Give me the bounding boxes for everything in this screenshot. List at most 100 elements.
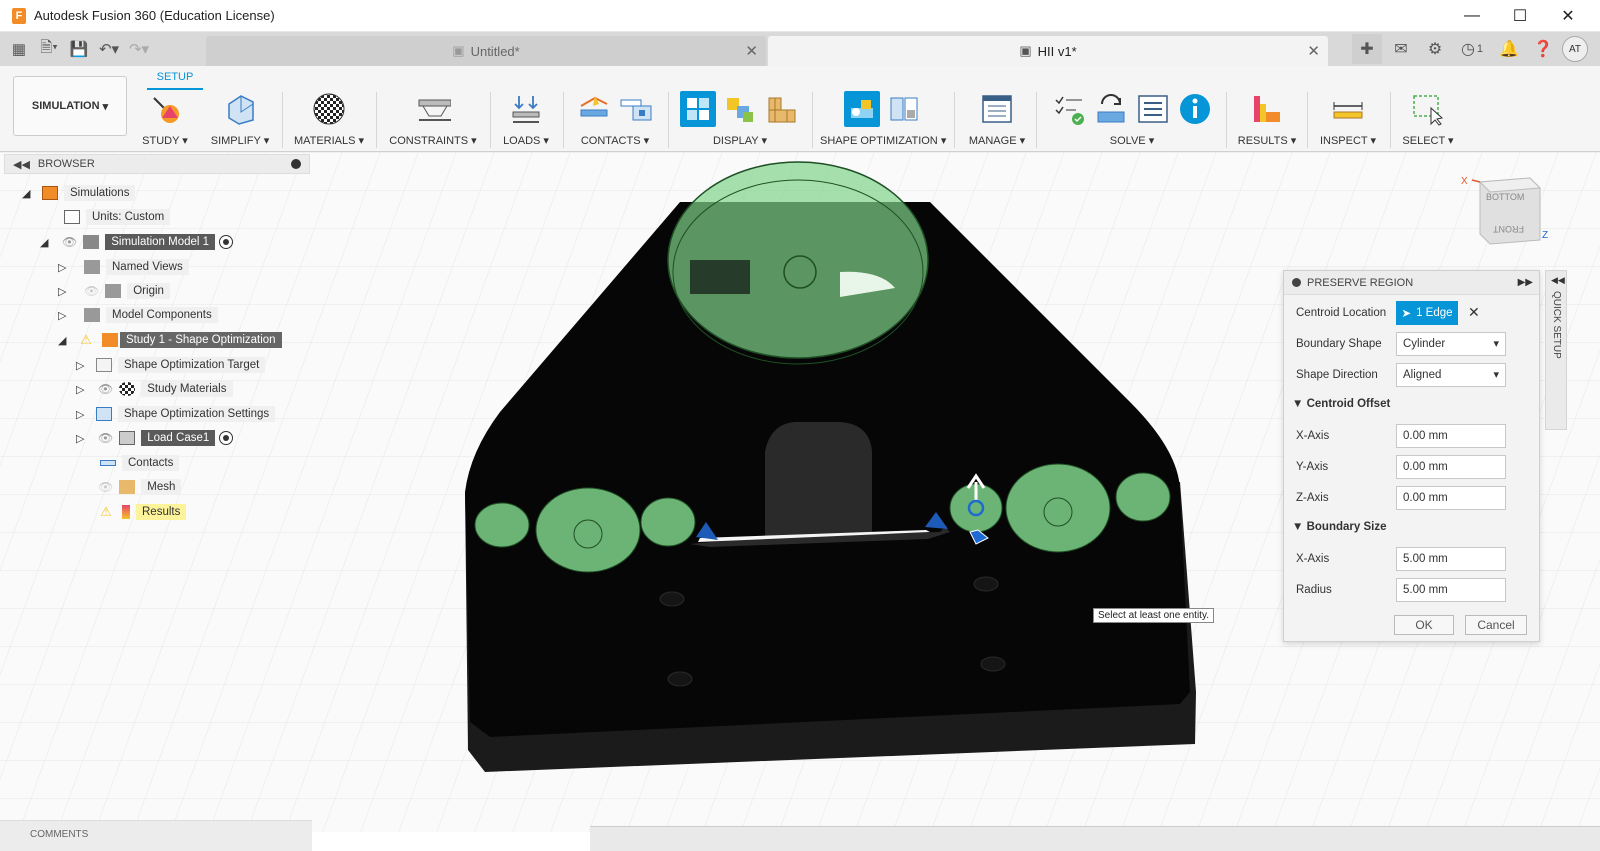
materials-group[interactable]: MATERIALS ▾ (290, 90, 368, 150)
manage-settings-icon[interactable] (979, 91, 1015, 127)
tree-item-simulations[interactable]: ◢ Simulations (22, 183, 136, 203)
workspace-switcher-button[interactable]: SIMULATION ▾ (13, 76, 127, 136)
constraints-group[interactable]: CONSTRAINTS ▾ (384, 90, 482, 150)
simplify-icon[interactable] (222, 91, 258, 127)
tree-item-load-case[interactable]: ▷ 👁 Load Case1 (76, 428, 234, 448)
boundary-shape-select[interactable]: Cylinder (1396, 331, 1506, 356)
radius-input[interactable]: 5.00 mm (1396, 577, 1506, 602)
centroid-offset-section[interactable]: ▼ Centroid Offset (1292, 398, 1390, 410)
measure-icon[interactable] (1330, 91, 1366, 127)
manual-contacts-icon[interactable] (618, 91, 654, 127)
cancel-button[interactable]: Cancel (1465, 615, 1527, 635)
study-group[interactable]: STUDY ▾ (140, 90, 190, 150)
tree-item-origin[interactable]: ▷ 👁 Origin (58, 281, 170, 301)
comments-icon[interactable]: ✉ (1386, 34, 1416, 64)
tree-item-study-materials[interactable]: ▷ 👁 Study Materials (76, 379, 233, 399)
viewcube-front-face[interactable]: FRONT (1493, 224, 1524, 234)
hidden-eye-icon[interactable]: 👁 (84, 284, 99, 298)
tree-item-simulation-model[interactable]: ◢ 👁 Simulation Model 1 (40, 232, 234, 252)
expand-toggle-icon[interactable]: ▷ (76, 432, 90, 445)
results-icon[interactable] (1249, 91, 1285, 127)
solve-icon[interactable] (1093, 91, 1129, 127)
redo-icon[interactable]: ↷▾ (124, 32, 154, 66)
window-select-icon[interactable] (1410, 91, 1446, 127)
select-group[interactable]: SELECT ▾ (1396, 90, 1460, 150)
info-icon[interactable] (1177, 91, 1213, 127)
avatar[interactable]: AT (1562, 36, 1588, 62)
loads-group[interactable]: LOADS ▾ (496, 90, 556, 150)
preserve-region-1[interactable] (474, 502, 530, 548)
manage-group[interactable]: MANAGE ▾ (962, 90, 1032, 150)
pre-check-icon[interactable] (1051, 91, 1087, 127)
job-status-icon[interactable]: ◷ 1 (1454, 34, 1490, 64)
constraints-icon[interactable] (415, 91, 451, 127)
results-group[interactable]: RESULTS ▾ (1234, 90, 1300, 150)
size-x-input[interactable]: 5.00 mm (1396, 546, 1506, 571)
preserve-region-2[interactable] (535, 487, 641, 573)
save-icon[interactable]: 💾 (64, 32, 94, 66)
tab-setup[interactable]: SETUP (147, 68, 203, 90)
tree-item-results[interactable]: ⚠ Results (94, 502, 187, 522)
display-colors-icon[interactable] (722, 91, 758, 127)
comments-panel[interactable]: COMMENTS (0, 820, 312, 851)
expand-toggle-icon[interactable]: ▷ (58, 309, 72, 322)
expand-toggle-icon[interactable]: ▷ (58, 285, 72, 298)
visibility-eye-icon[interactable]: 👁 (98, 382, 113, 396)
tree-item-study[interactable]: ◢ ⚠ Study 1 - Shape Optimization (58, 330, 282, 350)
close-tab-icon[interactable]: ✕ (745, 42, 758, 60)
help-icon[interactable]: ❓ (1528, 34, 1558, 64)
close-window-button[interactable]: ✕ (1544, 0, 1592, 32)
contacts-group[interactable]: CONTACTS ▾ (570, 90, 660, 150)
browser-header[interactable]: ◀◀ BROWSER (4, 154, 310, 174)
expand-toggle-icon[interactable]: ▷ (58, 261, 72, 274)
loads-arrows-icon[interactable] (508, 91, 544, 127)
extensions-icon[interactable]: ⚙ (1420, 34, 1450, 64)
simplify-group[interactable]: SIMPLIFY ▾ (206, 90, 274, 150)
preserve-region-6[interactable] (1115, 472, 1171, 522)
solve-group[interactable]: SOLVE ▾ (1044, 90, 1220, 150)
tree-item-named-views[interactable]: ▷ Named Views (58, 257, 189, 277)
display-settings-icon[interactable] (680, 91, 716, 127)
notifications-icon[interactable]: 🔔 (1494, 34, 1524, 64)
dialog-header[interactable]: PRESERVE REGION ▶▶ (1284, 271, 1539, 295)
new-tab-icon[interactable]: ✚ (1352, 34, 1382, 64)
quick-setup-panel[interactable]: ◀◀ QUICK SETUP (1545, 270, 1567, 430)
tree-item-shape-optimization-settings[interactable]: ▷ Shape Optimization Settings (76, 404, 276, 424)
collapse-quick-setup-icon[interactable]: ◀◀ (1551, 275, 1565, 286)
visibility-eye-icon[interactable]: 👁 (98, 431, 113, 445)
tree-item-shape-optimization-target[interactable]: ▷ Shape Optimization Target (76, 355, 266, 375)
viewcube-bottom-face[interactable]: BOTTOM (1486, 192, 1524, 202)
tree-item-model-components[interactable]: ▷ Model Components (58, 305, 218, 325)
expand-dialog-icon[interactable]: ▶▶ (1518, 277, 1533, 288)
collapse-panel-icon[interactable]: ◀◀ (13, 158, 30, 171)
collapse-toggle-icon[interactable]: ◢ (22, 187, 36, 200)
shape-optimization-group[interactable]: SHAPE OPTIMIZATION ▾ (820, 90, 946, 150)
boundary-size-section[interactable]: ▼ Boundary Size (1292, 521, 1386, 533)
centroid-location-selector[interactable]: ➤ 1 Edge (1396, 300, 1458, 325)
undo-icon[interactable]: ↶▾ (94, 32, 124, 66)
activate-radio-icon[interactable] (219, 431, 234, 445)
inspect-group[interactable]: INSPECT ▾ (1314, 90, 1382, 150)
preserve-region-3[interactable] (640, 497, 696, 547)
collapse-toggle-icon[interactable]: ◢ (58, 334, 72, 347)
expand-toggle-icon[interactable]: ▷ (76, 408, 90, 421)
preserve-region-5[interactable] (1005, 463, 1111, 553)
collapse-toggle-icon[interactable]: ◢ (40, 236, 54, 249)
materials-checker-icon[interactable] (311, 91, 347, 127)
close-tab-icon[interactable]: ✕ (1307, 42, 1320, 60)
tree-item-mesh[interactable]: 👁 Mesh (94, 477, 182, 497)
hidden-eye-icon[interactable]: 👁 (98, 480, 113, 494)
tree-item-contacts[interactable]: Contacts (94, 453, 180, 473)
preserve-region-icon[interactable] (844, 91, 880, 127)
activate-radio-icon[interactable] (219, 235, 234, 249)
tab-untitled[interactable]: ▣ Untitled* ✕ (206, 36, 766, 66)
symmetry-plane-icon[interactable] (886, 91, 922, 127)
expand-toggle-icon[interactable]: ▷ (76, 359, 90, 372)
tree-item-units[interactable]: Units: Custom (58, 207, 171, 227)
expand-toggle-icon[interactable]: ▷ (76, 383, 90, 396)
minimize-button[interactable]: — (1448, 0, 1496, 32)
display-mesh-icon[interactable] (764, 91, 800, 127)
display-group[interactable]: DISPLAY ▾ (675, 90, 805, 150)
offset-z-input[interactable]: 0.00 mm (1396, 485, 1506, 510)
offset-y-input[interactable]: 0.00 mm (1396, 454, 1506, 479)
